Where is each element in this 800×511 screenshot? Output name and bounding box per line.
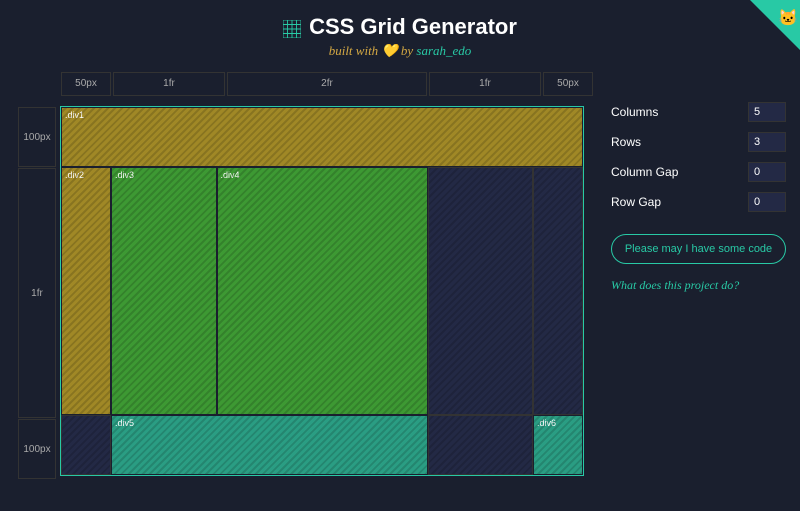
- grid-cell-div3[interactable]: .div3: [111, 167, 217, 415]
- rows-input[interactable]: [748, 132, 786, 152]
- grid-cell-empty[interactable]: [61, 415, 111, 475]
- sidebar-controls: Columns Rows Column Gap Row Gap Please m…: [611, 102, 786, 293]
- col-label-2[interactable]: 1fr: [113, 72, 225, 96]
- grid-cell-empty[interactable]: [428, 167, 534, 415]
- about-link[interactable]: What does this project do?: [611, 278, 786, 293]
- tagline: built with 💛 by sarah_edo: [0, 43, 800, 59]
- row-gap-input[interactable]: [748, 192, 786, 212]
- grid-canvas[interactable]: .div1 .div2 .div3 .div4 .div5 .div6: [60, 106, 584, 476]
- author-link[interactable]: sarah_edo: [416, 43, 471, 58]
- col-label-3[interactable]: 2fr: [227, 72, 427, 96]
- col-label-4[interactable]: 1fr: [429, 72, 541, 96]
- row-label-3[interactable]: 100px: [18, 419, 56, 479]
- heart-icon: 💛: [381, 43, 397, 58]
- column-labels: 50px 1fr 2fr 1fr 50px: [60, 72, 594, 96]
- title-text: CSS Grid Generator: [309, 14, 517, 40]
- col-label-5[interactable]: 50px: [543, 72, 593, 96]
- row-label-1[interactable]: 100px: [18, 107, 56, 167]
- generate-code-button[interactable]: Please may I have some code: [611, 234, 786, 264]
- page-title: CSS Grid Generator: [283, 14, 517, 40]
- grid-cell-div5[interactable]: .div5: [111, 415, 428, 475]
- column-gap-label: Column Gap: [611, 165, 678, 179]
- header: CSS Grid Generator built with 💛 by sarah…: [0, 0, 800, 65]
- grid-cell-div6[interactable]: .div6: [533, 415, 583, 475]
- grid-cell-empty[interactable]: [533, 167, 583, 415]
- row-label-2[interactable]: 1fr: [18, 168, 56, 418]
- cat-icon: 🐱: [778, 8, 798, 28]
- columns-input[interactable]: [748, 102, 786, 122]
- grid-cell-div1[interactable]: .div1: [61, 107, 583, 167]
- corner-badge[interactable]: 🐱: [750, 0, 800, 50]
- grid-cell-div4[interactable]: .div4: [217, 167, 428, 415]
- rows-label: Rows: [611, 135, 641, 149]
- row-gap-label: Row Gap: [611, 195, 661, 209]
- grid-cell-empty[interactable]: [428, 415, 534, 475]
- grid-cell-div2[interactable]: .div2: [61, 167, 111, 415]
- column-gap-input[interactable]: [748, 162, 786, 182]
- columns-label: Columns: [611, 105, 658, 119]
- row-labels: 100px 1fr 100px: [18, 106, 56, 480]
- col-label-1[interactable]: 50px: [61, 72, 111, 96]
- grid-icon: [283, 18, 301, 36]
